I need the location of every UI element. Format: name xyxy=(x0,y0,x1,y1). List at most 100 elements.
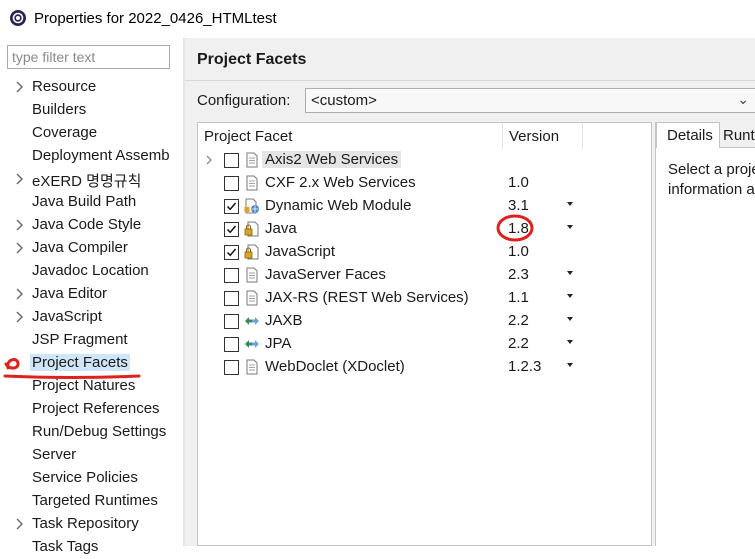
tree-item[interactable]: Service Policies xyxy=(0,467,183,490)
property-page: Project Facets Configuration: <custom> ⌄… xyxy=(185,38,755,546)
chevron-right-icon[interactable] xyxy=(14,517,26,531)
facet-version[interactable]: 2.2 xyxy=(508,335,529,352)
facet-checkbox[interactable] xyxy=(224,199,239,214)
facet-row[interactable]: CXF 2.x Web Services 1.0 xyxy=(198,172,651,195)
facet-version[interactable]: 1.8 xyxy=(508,220,529,237)
tree-item-label: Project Natures xyxy=(32,377,136,394)
chevron-right-icon[interactable] xyxy=(14,241,26,255)
eclipse-app-icon xyxy=(10,10,26,26)
version-dropdown-icon[interactable] xyxy=(567,202,573,206)
locked-page-icon xyxy=(244,221,259,237)
tree-item[interactable]: Coverage xyxy=(0,122,183,145)
version-dropdown-icon[interactable] xyxy=(567,294,573,298)
tree-item[interactable]: Resource xyxy=(0,76,183,99)
column-separator[interactable] xyxy=(582,123,583,149)
facet-row[interactable]: Axis2 Web Services xyxy=(198,149,651,172)
column-separator[interactable] xyxy=(502,123,503,149)
configuration-select[interactable]: <custom> ⌄ xyxy=(305,88,755,113)
tree-item[interactable]: eXERD 명명규칙 xyxy=(0,168,183,191)
tree-item[interactable]: Project References xyxy=(0,398,183,421)
facet-name: CXF 2.x Web Services xyxy=(265,174,416,191)
facet-version[interactable]: 1.2.3 xyxy=(508,358,541,375)
facet-row[interactable]: JavaScript 1.0 xyxy=(198,241,651,264)
configuration-value: <custom> xyxy=(311,92,377,109)
facet-checkbox[interactable] xyxy=(224,176,239,191)
version-dropdown-icon[interactable] xyxy=(567,271,573,275)
filter-input[interactable] xyxy=(7,45,170,69)
facet-name: JavaScript xyxy=(265,243,336,260)
tree-item[interactable]: Task Repository xyxy=(0,513,183,536)
facet-checkbox[interactable] xyxy=(224,153,239,168)
facet-checkbox[interactable] xyxy=(224,360,239,375)
page-icon xyxy=(246,152,258,168)
facet-version[interactable]: 1.0 xyxy=(508,174,529,191)
chevron-right-icon[interactable] xyxy=(14,80,26,94)
tree-item-label: Java Code Style xyxy=(32,216,142,233)
tree-item-label: Task Tags xyxy=(32,538,99,555)
tree-item[interactable]: Project Natures xyxy=(0,375,183,398)
version-dropdown-icon[interactable] xyxy=(567,225,573,229)
tree-item[interactable]: Java Editor xyxy=(0,283,183,306)
tree-item[interactable]: Java Build Path xyxy=(0,191,183,214)
facet-checkbox[interactable] xyxy=(224,291,239,306)
version-dropdown-icon[interactable] xyxy=(567,317,573,321)
chevron-right-icon[interactable] xyxy=(14,172,26,186)
facet-row[interactable]: JavaServer Faces 2.3 xyxy=(198,264,651,287)
tree-item[interactable]: JSP Fragment xyxy=(0,329,183,352)
facet-checkbox[interactable] xyxy=(224,222,239,237)
facet-row[interactable]: JAXB 2.2 xyxy=(198,310,651,333)
column-header-facet[interactable]: Project Facet xyxy=(204,128,292,145)
facet-row[interactable]: Java 1.8 xyxy=(198,218,651,241)
tree-item[interactable]: Targeted Runtimes xyxy=(0,490,183,513)
tree-item[interactable]: Task Tags xyxy=(0,536,183,559)
facet-version[interactable]: 1.0 xyxy=(508,243,529,260)
column-header-version[interactable]: Version xyxy=(509,128,559,145)
page-title: Project Facets xyxy=(197,51,307,68)
tree-item[interactable]: Server xyxy=(0,444,183,467)
details-text: Select a project facet to view its detai… xyxy=(668,160,755,200)
chevron-right-icon[interactable] xyxy=(14,287,26,301)
tree-item[interactable]: Java Compiler xyxy=(0,237,183,260)
facet-row[interactable]: WebDoclet (XDoclet) 1.2.3 xyxy=(198,356,651,379)
facet-name: WebDoclet (XDoclet) xyxy=(265,358,405,375)
facet-checkbox[interactable] xyxy=(224,268,239,283)
facet-name: JAX-RS (REST Web Services) xyxy=(265,289,469,306)
tree-item-label: Run/Debug Settings xyxy=(32,423,167,440)
facet-name: Java xyxy=(265,220,297,237)
chevron-right-icon[interactable] xyxy=(14,310,26,324)
tree-item[interactable]: Deployment Assemb xyxy=(0,145,183,168)
facet-name: JavaServer Faces xyxy=(265,266,386,283)
chevron-right-icon[interactable] xyxy=(204,153,214,167)
web-module-icon xyxy=(244,198,259,214)
tree-item[interactable]: Java Code Style xyxy=(0,214,183,237)
facet-version[interactable]: 2.2 xyxy=(508,312,529,329)
details-text-line: information about xyxy=(668,181,755,198)
facet-row[interactable]: JAX-RS (REST Web Services) 1.1 xyxy=(198,287,651,310)
facet-checkbox[interactable] xyxy=(224,314,239,329)
facet-version[interactable]: 2.3 xyxy=(508,266,529,283)
tree-item-label: Java Build Path xyxy=(32,193,137,210)
tab-details[interactable]: Details xyxy=(656,122,720,148)
facet-row[interactable]: Dynamic Web Module 3.1 xyxy=(198,195,651,218)
tree-item[interactable]: Javadoc Location xyxy=(0,260,183,283)
configuration-label: Configuration: xyxy=(197,92,291,109)
facet-checkbox[interactable] xyxy=(224,337,239,352)
preferences-nav-pane: Resource Builders Coverage Deployment Assem… xyxy=(0,38,183,555)
tree-item[interactable]: Builders xyxy=(0,99,183,122)
version-dropdown-icon[interactable] xyxy=(567,363,573,367)
tree-item-label: JavaScript xyxy=(32,308,103,325)
facet-version[interactable]: 3.1 xyxy=(508,197,529,214)
tree-item-label: Task Repository xyxy=(32,515,139,532)
tree-item[interactable]: JavaScript xyxy=(0,306,183,329)
facet-version[interactable]: 1.1 xyxy=(508,289,529,306)
tree-item[interactable]: Project Facets xyxy=(0,352,183,375)
tree-item-label: Javadoc Location xyxy=(32,262,149,279)
facets-table: Project Facet Version Axis2 Web Services… xyxy=(197,122,652,546)
tree-item[interactable]: Run/Debug Settings xyxy=(0,421,183,444)
chevron-right-icon[interactable] xyxy=(14,218,26,232)
version-dropdown-icon[interactable] xyxy=(567,340,573,344)
facet-checkbox[interactable] xyxy=(224,245,239,260)
window-titlebar: Properties for 2022_0426_HTMLtest xyxy=(0,0,755,38)
facet-row[interactable]: JPA 2.2 xyxy=(198,333,651,356)
tab-runtimes[interactable]: Runtimes xyxy=(720,122,755,148)
